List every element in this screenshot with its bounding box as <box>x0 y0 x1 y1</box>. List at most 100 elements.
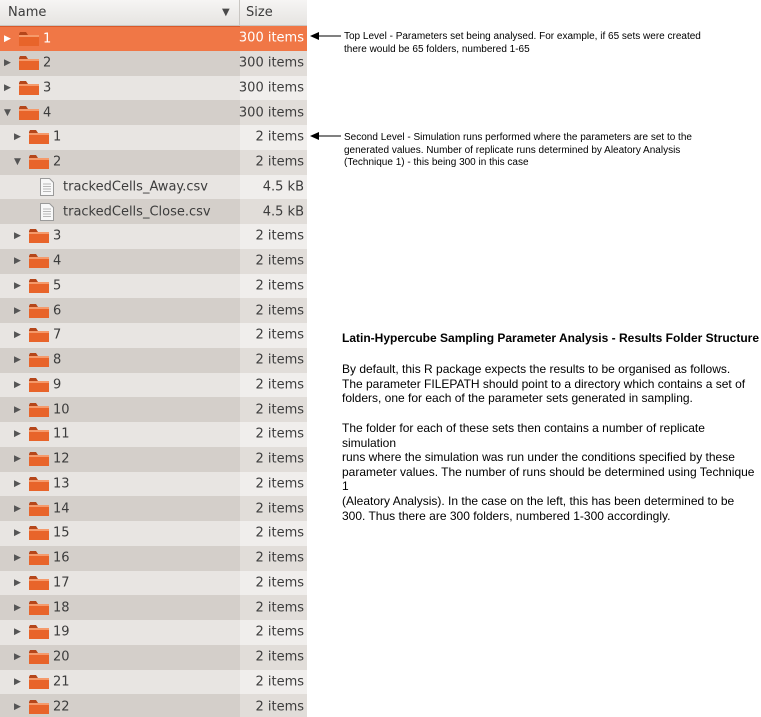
folder-row[interactable]: ▶ 5 2 items <box>0 273 307 299</box>
folder-row[interactable]: ▼ 4 300 items <box>0 100 307 125</box>
name-cell: ▶ 19 <box>0 620 240 645</box>
triangle-down-icon[interactable]: ▼ <box>4 108 11 118</box>
item-size: 2 items <box>255 426 304 442</box>
folder-row[interactable]: ▶ 2 300 items <box>0 50 307 76</box>
folder-row[interactable]: ▶ 12 2 items <box>0 446 307 472</box>
item-size: 2 items <box>255 327 304 343</box>
item-size: 300 items <box>238 55 304 71</box>
folder-row[interactable]: ▶ 15 2 items <box>0 521 307 546</box>
triangle-right-icon[interactable]: ▶ <box>14 231 21 241</box>
triangle-right-icon[interactable]: ▶ <box>14 528 21 538</box>
item-name: 5 <box>53 278 62 294</box>
triangle-right-icon[interactable]: ▶ <box>14 405 21 415</box>
folder-row[interactable]: ▶ 18 2 items <box>0 595 307 620</box>
folder-row[interactable]: ▶ 7 2 items <box>0 323 307 348</box>
triangle-right-icon[interactable]: ▶ <box>14 652 21 662</box>
description-paragraph-1: By default, this R package expects the r… <box>342 362 745 406</box>
triangle-right-icon[interactable]: ▶ <box>14 627 21 637</box>
folder-icon <box>28 303 50 319</box>
folder-row[interactable]: ▶ 22 2 items <box>0 694 307 717</box>
folder-row[interactable]: ▼ 2 2 items <box>0 149 307 175</box>
triangle-right-icon[interactable]: ▶ <box>14 479 21 489</box>
size-cell: 2 items <box>240 521 307 546</box>
triangle-right-icon[interactable]: ▶ <box>14 578 21 588</box>
para-line: runs where the simulation was run under … <box>342 450 735 465</box>
text-file-icon <box>40 177 54 196</box>
name-cell: ▶ 18 <box>0 595 240 620</box>
name-cell: ▶ 3 <box>0 224 240 249</box>
triangle-right-icon[interactable]: ▶ <box>14 306 21 316</box>
folder-row[interactable]: ▶ 16 2 items <box>0 545 307 571</box>
sort-arrow-down-icon[interactable]: ▼ <box>222 0 230 25</box>
item-size: 2 items <box>255 352 304 368</box>
folder-row[interactable]: ▶ 4 2 items <box>0 248 307 274</box>
item-name: 2 <box>43 55 52 71</box>
name-cell: ▶ 1 <box>0 125 240 150</box>
item-name: 11 <box>53 426 70 442</box>
name-column-header[interactable]: Name <box>0 0 240 25</box>
folder-icon <box>28 129 50 145</box>
note-line: (Technique 1) - this being 300 in this c… <box>344 157 529 168</box>
item-size: 2 items <box>255 674 304 690</box>
folder-row[interactable]: ▶ 3 300 items <box>0 75 307 101</box>
name-cell: ▶ 20 <box>0 644 240 670</box>
item-size: 2 items <box>255 699 304 715</box>
folder-row[interactable]: ▶ 21 2 items <box>0 669 307 695</box>
folder-row[interactable]: ▶ 8 2 items <box>0 347 307 373</box>
triangle-right-icon[interactable]: ▶ <box>14 355 21 365</box>
name-cell: ▼ 4 <box>0 100 240 125</box>
triangle-right-icon[interactable]: ▶ <box>14 256 21 266</box>
folder-row[interactable]: ▶ 3 2 items <box>0 224 307 249</box>
triangle-right-icon[interactable]: ▶ <box>14 281 21 291</box>
folder-row[interactable]: ▶ 17 2 items <box>0 570 307 596</box>
triangle-right-icon[interactable]: ▶ <box>14 132 21 142</box>
item-size: 2 items <box>255 575 304 591</box>
folder-row[interactable]: ▶ 9 2 items <box>0 372 307 398</box>
size-cell: 2 items <box>240 347 307 373</box>
folder-row[interactable]: ▶ 19 2 items <box>0 620 307 645</box>
folder-row[interactable]: ▶ 13 2 items <box>0 471 307 497</box>
triangle-right-icon[interactable]: ▶ <box>14 380 21 390</box>
name-cell: ▶ 3 <box>0 75 240 101</box>
folder-icon <box>28 501 50 517</box>
file-row[interactable]: trackedCells_Away.csv 4.5 kB <box>0 174 307 200</box>
name-cell: ▶ 7 <box>0 323 240 348</box>
note-line: there would be 65 folders, numbered 1-65 <box>344 43 530 55</box>
item-name: 14 <box>53 501 70 517</box>
size-cell: 2 items <box>240 397 307 422</box>
size-cell: 2 items <box>240 446 307 472</box>
triangle-right-icon[interactable]: ▶ <box>14 702 21 712</box>
triangle-right-icon[interactable]: ▶ <box>14 330 21 340</box>
file-row[interactable]: trackedCells_Close.csv 4.5 kB <box>0 199 307 224</box>
folder-row[interactable]: ▶ 20 2 items <box>0 644 307 670</box>
folder-row[interactable]: ▶ 1 2 items <box>0 125 307 150</box>
name-column-label: Name <box>8 5 47 20</box>
triangle-right-icon[interactable]: ▶ <box>4 83 11 93</box>
item-name: 8 <box>53 352 62 368</box>
item-name: 1 <box>53 129 62 145</box>
folder-row[interactable]: ▶ 11 2 items <box>0 422 307 447</box>
triangle-right-icon[interactable]: ▶ <box>4 58 11 68</box>
folder-icon <box>28 600 50 616</box>
triangle-down-icon[interactable]: ▼ <box>14 157 21 167</box>
folder-icon <box>28 699 50 715</box>
folder-row[interactable]: ▶ 6 2 items <box>0 298 307 323</box>
triangle-right-icon[interactable]: ▶ <box>14 504 21 514</box>
triangle-right-icon[interactable]: ▶ <box>14 454 21 464</box>
triangle-right-icon[interactable]: ▶ <box>14 429 21 439</box>
folder-icon <box>28 377 50 393</box>
triangle-right-icon[interactable]: ▶ <box>4 34 11 44</box>
folder-row[interactable]: ▶ 14 2 items <box>0 496 307 521</box>
name-cell: ▶ 4 <box>0 248 240 274</box>
triangle-right-icon[interactable]: ▶ <box>14 677 21 687</box>
folder-row[interactable]: ▶ 1 300 items <box>0 26 307 52</box>
size-column-header[interactable]: Size <box>246 0 273 25</box>
item-name: 2 <box>53 154 62 170</box>
folder-row[interactable]: ▶ 10 2 items <box>0 397 307 422</box>
item-size: 2 items <box>255 649 304 665</box>
name-cell: ▶ 14 <box>0 496 240 521</box>
size-cell: 2 items <box>240 570 307 596</box>
name-cell: ▶ 1 <box>0 26 240 52</box>
triangle-right-icon[interactable]: ▶ <box>14 553 21 563</box>
triangle-right-icon[interactable]: ▶ <box>14 603 21 613</box>
